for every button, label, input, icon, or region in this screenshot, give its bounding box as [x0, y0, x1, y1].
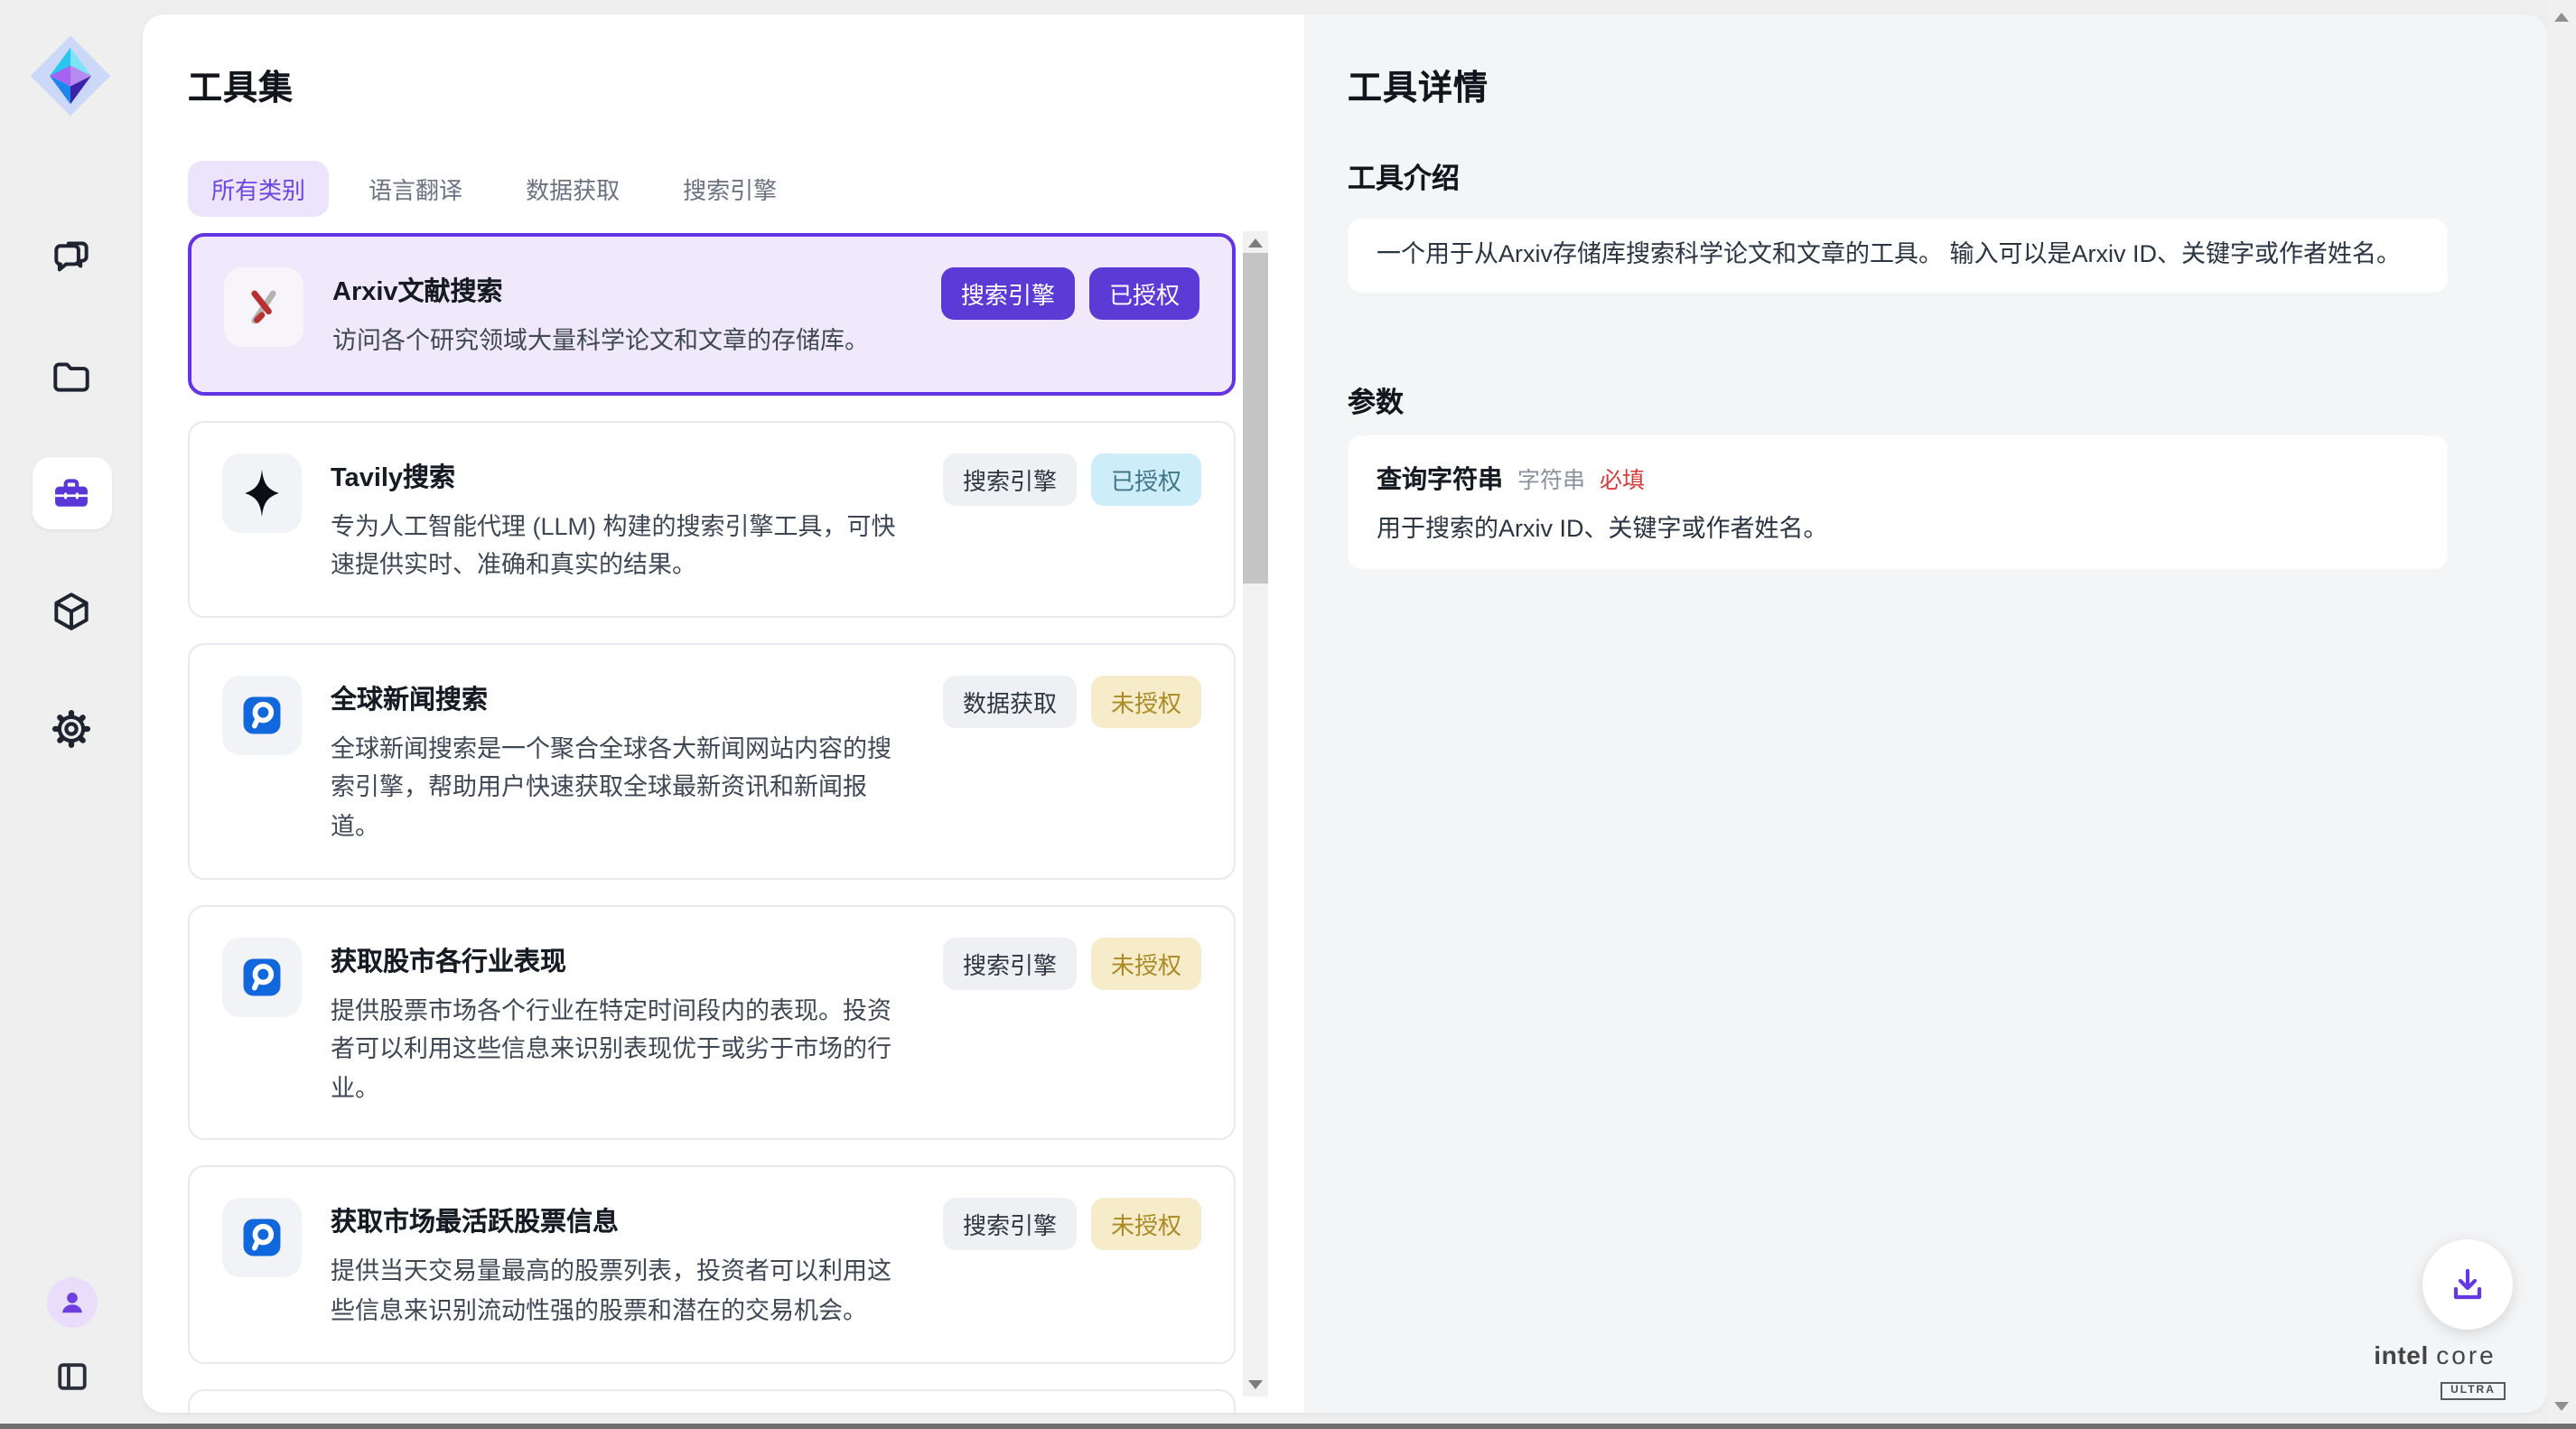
parameter-description: 用于搜索的Arxiv ID、关键字或作者姓名。 — [1377, 508, 2419, 544]
intel-core-logo: intel core — [2341, 1340, 2529, 1369]
page-scrollbar — [2547, 0, 2576, 1424]
tool-description: 访问各个研究领域大量科学论文和文章的存储库。 — [332, 322, 869, 360]
tool-description: 全球新闻搜索是一个聚合全球各大新闻网站内容的搜索引擎，帮助用户快速获取全球最新资… — [331, 730, 914, 847]
tool-badges: 搜索引擎 已授权 — [941, 267, 1199, 320]
tool-badges: 数据获取 未授权 — [943, 676, 1201, 728]
tool-card-stock-sectors[interactable]: 获取股市各行业表现 提供股票市场各个行业在特定时间段内的表现。投资者可以利用这些… — [188, 904, 1236, 1141]
sidebar-nav — [0, 222, 143, 809]
toolset-panel: 工具集 所有类别 语言翻译 数据获取 搜索引擎 — [143, 14, 1304, 1413]
tab-data-fetch[interactable]: 数据获取 — [502, 161, 643, 217]
window-bottom-edge — [0, 1424, 2576, 1429]
arxiv-logo-icon — [224, 267, 303, 347]
auth-status-badge: 未授权 — [1091, 676, 1201, 728]
tool-info: 获取市场最活跃股票信息 提供当天交易量最高的股票列表，投资者可以利用这些信息来识… — [331, 1199, 914, 1331]
core-wordmark: core — [2436, 1340, 2496, 1369]
parameter-type: 字符串 — [1517, 461, 1585, 495]
tool-name: 获取股市各行业表现 — [331, 940, 914, 978]
tool-description: 专为人工智能代理 (LLM) 构建的搜索引擎工具，可快速提供实时、准确和真实的结… — [331, 507, 914, 584]
tool-name: Tavily搜索 — [331, 456, 914, 494]
tool-badges: 搜索引擎 未授权 — [943, 1199, 1201, 1251]
tool-badges: 搜索引擎 已授权 — [943, 453, 1201, 505]
tool-name: 获取市场最活跃股票信息 — [331, 1202, 914, 1240]
main-panel: 工具集 所有类别 语言翻译 数据获取 搜索引擎 — [143, 14, 2547, 1413]
tool-list: Arxiv文献搜索 访问各个研究领域大量科学论文和文章的存储库。 搜索引擎 已授… — [188, 233, 1236, 1413]
tavily-star-icon — [222, 453, 302, 532]
active-stocks-search-icon — [222, 1199, 302, 1278]
intro-heading: 工具介绍 — [1348, 157, 1460, 197]
tool-card-active-stocks[interactable]: 获取市场最活跃股票信息 提供当天交易量最高的股票列表，投资者可以利用这些信息来识… — [188, 1166, 1236, 1363]
gear-icon — [49, 705, 94, 751]
app-logo — [29, 34, 112, 117]
category-badge: 搜索引擎 — [941, 267, 1075, 320]
user-avatar-icon — [55, 1286, 88, 1319]
tab-search-engine[interactable]: 搜索引擎 — [659, 161, 800, 217]
tool-details-panel: 工具详情 工具介绍 一个用于从Arxiv存储库搜索科学论文和文章的工具。 输入可… — [1304, 14, 2547, 1413]
category-badge: 搜索引擎 — [943, 937, 1077, 989]
stock-sector-search-icon — [222, 937, 302, 1016]
parameter-header: 查询字符串 字符串 必填 — [1377, 461, 2419, 497]
tool-info: 获取股市各行业表现 提供股票市场各个行业在特定时间段内的表现。投资者可以利用这些… — [331, 937, 914, 1108]
tool-badges: 搜索引擎 未授权 — [943, 937, 1201, 989]
ultra-label: ULTRA — [2440, 1382, 2506, 1400]
tool-intro-card: 一个用于从Arxiv存储库搜索科学论文和文章的工具。 输入可以是Arxiv ID… — [1348, 219, 2448, 293]
tool-name: 全球新闻搜索 — [331, 679, 914, 717]
toolset-title: 工具集 — [188, 61, 294, 110]
parameter-required-label: 必填 — [1600, 461, 1645, 495]
sidebar-item-chat[interactable] — [32, 222, 111, 294]
parameter-name: 查询字符串 — [1377, 461, 1503, 497]
sidebar-item-tools[interactable] — [32, 457, 111, 529]
tool-description: 提供当天交易量最高的股票列表，投资者可以利用这些信息来识别流动性强的股票和潜在的… — [331, 1253, 914, 1331]
auth-status-badge: 未授权 — [1091, 1199, 1201, 1251]
auth-status-badge: 已授权 — [1091, 453, 1201, 505]
sidebar-collapse-button[interactable] — [48, 1353, 95, 1400]
auth-status-badge: 已授权 — [1089, 267, 1199, 320]
download-icon — [2446, 1263, 2489, 1306]
details-title: 工具详情 — [1348, 61, 1489, 110]
app-window: 工具集 所有类别 语言翻译 数据获取 搜索引擎 — [0, 0, 2576, 1429]
tool-card-local-news[interactable]: LOCAL NEW 万维地区新闻查询 查询具体行政区划内的新闻，快速了解各地新闻… — [188, 1388, 1236, 1413]
chat-icon — [49, 236, 94, 281]
sidebar-toggle-icon — [51, 1357, 91, 1396]
params-heading: 参数 — [1348, 381, 1404, 421]
tool-list-scrollbar — [1243, 231, 1268, 1396]
cube-icon — [49, 588, 94, 633]
tool-info: Tavily搜索 专为人工智能代理 (LLM) 构建的搜索引擎工具，可快速提供实… — [331, 453, 914, 584]
scroll-down-arrow-icon[interactable] — [1247, 1380, 1262, 1389]
user-avatar[interactable] — [46, 1277, 97, 1328]
auth-status-badge: 未授权 — [1091, 937, 1201, 989]
sidebar-item-models[interactable] — [32, 574, 111, 647]
global-news-search-icon — [222, 676, 302, 755]
parameter-card: 查询字符串 字符串 必填 用于搜索的Arxiv ID、关键字或作者姓名。 — [1348, 435, 2448, 569]
tool-card-tavily[interactable]: Tavily搜索 专为人工智能代理 (LLM) 构建的搜索引擎工具，可快速提供实… — [188, 420, 1236, 617]
sidebar-footer — [0, 1277, 143, 1429]
tab-all-categories[interactable]: 所有类别 — [188, 161, 329, 217]
tool-name: Arxiv文献搜索 — [332, 271, 869, 309]
tool-card-global-news[interactable]: 全球新闻搜索 全球新闻搜索是一个聚合全球各大新闻网站内容的搜索引擎，帮助用户快速… — [188, 643, 1236, 880]
sidebar — [0, 0, 143, 1429]
intel-wordmark: intel — [2374, 1340, 2429, 1369]
tool-info: 全球新闻搜索 全球新闻搜索是一个聚合全球各大新闻网站内容的搜索引擎，帮助用户快速… — [331, 676, 914, 847]
intel-core-ultra-badge: intel core ULTRA — [2341, 1340, 2529, 1402]
folder-icon — [49, 353, 94, 398]
category-tabs: 所有类别 语言翻译 数据获取 搜索引擎 — [188, 161, 800, 217]
category-badge: 搜索引擎 — [943, 453, 1077, 505]
tool-list-scrollbar-thumb[interactable] — [1243, 253, 1268, 584]
page-scroll-up-arrow-icon[interactable] — [2553, 13, 2568, 22]
tool-description: 提供股票市场各个行业在特定时间段内的表现。投资者可以利用这些信息来识别表现优于或… — [331, 991, 914, 1108]
sidebar-item-settings[interactable] — [32, 692, 111, 764]
page-scroll-down-arrow-icon[interactable] — [2553, 1402, 2568, 1411]
scroll-up-arrow-icon[interactable] — [1247, 238, 1262, 248]
sidebar-item-files[interactable] — [32, 340, 111, 412]
tool-info: Arxiv文献搜索 访问各个研究领域大量科学论文和文章的存储库。 — [332, 267, 869, 360]
category-badge: 搜索引擎 — [943, 1199, 1077, 1251]
toolbox-icon — [49, 471, 94, 516]
tool-card-arxiv[interactable]: Arxiv文献搜索 访问各个研究领域大量科学论文和文章的存储库。 搜索引擎 已授… — [188, 233, 1236, 395]
category-badge: 数据获取 — [943, 676, 1077, 728]
tab-translation[interactable]: 语言翻译 — [345, 161, 486, 217]
download-button[interactable] — [2422, 1239, 2513, 1330]
